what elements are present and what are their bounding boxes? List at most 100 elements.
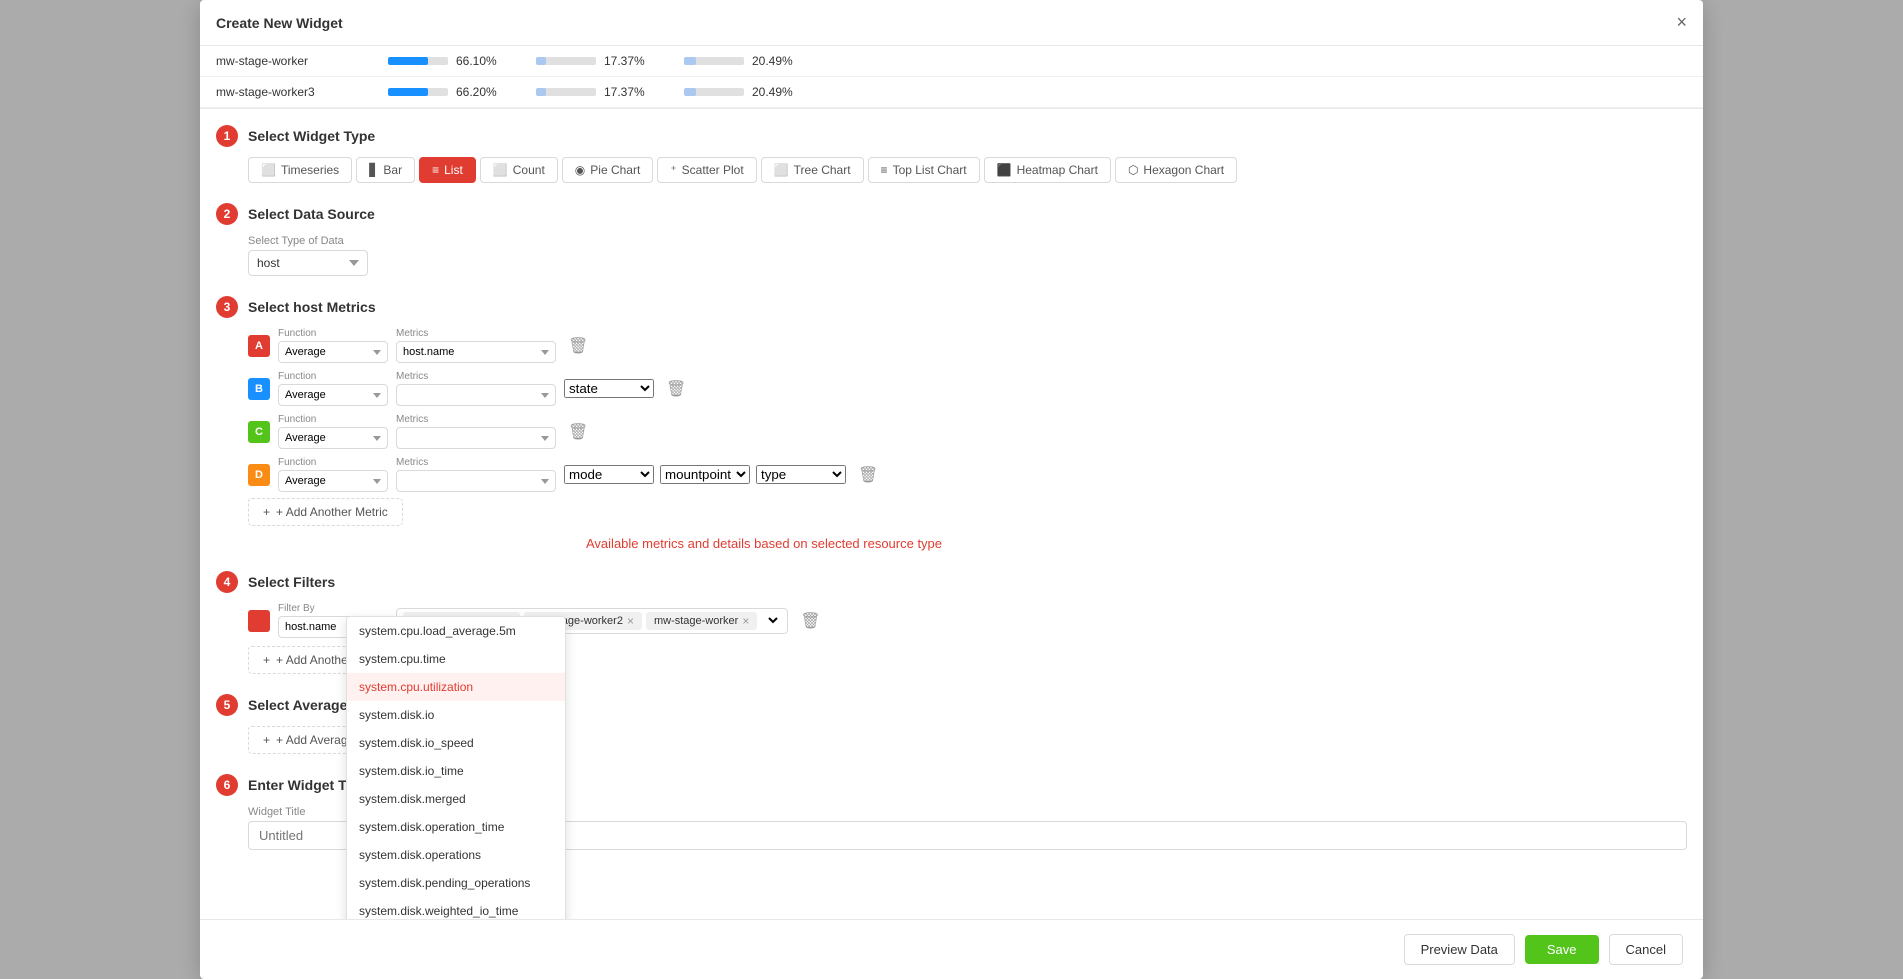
add-metric-button[interactable]: + + Add Another Metric	[248, 498, 403, 526]
metric-name-select-a[interactable]: host.name	[396, 341, 556, 363]
dropdown-item-0[interactable]: system.cpu.load_average.5m	[347, 617, 565, 645]
function-select-c[interactable]: Average Sum	[278, 427, 388, 449]
delete-metric-c[interactable]: 🗑	[564, 418, 592, 446]
dropdown-item-7[interactable]: system.disk.operation_time	[347, 813, 565, 841]
metric-name-select-d[interactable]	[396, 470, 556, 492]
metric-dropdown-list[interactable]: system.cpu.load_average.5m system.cpu.ti…	[346, 616, 566, 919]
timeseries-label: Timeseries	[281, 163, 339, 177]
metric-name-select-b[interactable]	[396, 384, 556, 406]
extra-select-b-state[interactable]: state	[564, 379, 654, 398]
filter-tag-worker2-remove[interactable]: ×	[627, 614, 634, 628]
extra-select-d-mode[interactable]: mode	[564, 465, 654, 484]
metric-group-2a: 66.20%	[388, 85, 504, 99]
type-pie[interactable]: ◉ Pie Chart	[562, 157, 654, 183]
progress-val-2c: 20.49%	[752, 85, 800, 99]
step-1-title: Select Widget Type	[248, 128, 375, 144]
add-metric-icon: +	[263, 505, 270, 519]
dropdown-item-10[interactable]: system.disk.weighted_io_time	[347, 897, 565, 919]
dropdown-item-6[interactable]: system.disk.merged	[347, 785, 565, 813]
heatmap-label: Heatmap Chart	[1017, 163, 1098, 177]
function-select-d[interactable]: Average Sum	[278, 470, 388, 492]
dropdown-item-9[interactable]: system.disk.pending_operations	[347, 869, 565, 897]
type-toplist[interactable]: ≡ Top List Chart	[868, 157, 980, 183]
progress-val-2b: 17.37%	[604, 85, 652, 99]
step-2-header: 2 Select Data Source	[216, 203, 1687, 225]
progress-fill-2b	[536, 88, 546, 96]
toplist-icon: ≡	[881, 163, 888, 177]
cancel-button[interactable]: Cancel	[1609, 934, 1683, 965]
data-source-select[interactable]: host service container	[248, 250, 368, 276]
count-icon: ⬜	[493, 163, 508, 177]
type-timeseries[interactable]: ⬜ Timeseries	[248, 157, 352, 183]
delete-metric-b[interactable]: 🗑	[662, 375, 690, 403]
step-3-circle: 3	[216, 296, 238, 318]
timeseries-icon: ⬜	[261, 163, 276, 177]
delete-metric-d[interactable]: 🗑	[854, 461, 882, 489]
function-select-b[interactable]: Average Sum	[278, 384, 388, 406]
dropdown-item-5[interactable]: system.disk.io_time	[347, 757, 565, 785]
metric-row-b: B Function Average Sum Metrics	[248, 371, 1687, 406]
type-hexagon[interactable]: ⬡ Hexagon Chart	[1115, 157, 1237, 183]
metrics-label-a: Metrics	[396, 328, 556, 339]
function-label-c: Function	[278, 414, 388, 425]
function-label-a: Function	[278, 328, 388, 339]
dropdown-item-4[interactable]: system.disk.io_speed	[347, 729, 565, 757]
metric-name-group-b: Metrics	[396, 371, 556, 406]
metric-function-group-a: Function Average Sum Min Max	[278, 328, 388, 363]
metric-extra-d: mode mountpoint type	[564, 465, 846, 484]
type-bar[interactable]: ▋ Bar	[356, 157, 415, 183]
extra-select-d-type[interactable]: type	[756, 465, 846, 484]
delete-filter-button[interactable]: 🗑	[796, 607, 824, 635]
heatmap-icon: ⬛	[997, 163, 1012, 177]
metric-badge-b: B	[248, 378, 270, 400]
step-4-header: 4 Select Filters	[216, 571, 1687, 593]
metric-name-select-c[interactable]	[396, 427, 556, 449]
progress-bar-1a	[388, 57, 448, 65]
progress-bar-2c	[684, 88, 744, 96]
progress-bar-2b	[536, 88, 596, 96]
step-1-header: 1 Select Widget Type	[216, 125, 1687, 147]
bar-label: Bar	[383, 163, 402, 177]
type-scatter[interactable]: ⁺ Scatter Plot	[657, 157, 756, 183]
filter-tag-dropdown[interactable]	[761, 612, 781, 629]
type-count[interactable]: ⬜ Count	[480, 157, 558, 183]
progress-fill-1b	[536, 57, 546, 65]
type-list[interactable]: ≡ List	[419, 157, 476, 183]
data-source-label: Select Type of Data	[248, 235, 1687, 247]
bar-icon: ▋	[369, 163, 378, 177]
metrics-label-d: Metrics	[396, 457, 556, 468]
save-button[interactable]: Save	[1525, 935, 1599, 964]
dropdown-item-1[interactable]: system.cpu.time	[347, 645, 565, 673]
step-2-title: Select Data Source	[248, 206, 375, 222]
extra-select-d-mountpoint[interactable]: mountpoint	[660, 465, 750, 484]
modal-body: 1 Select Widget Type ⬜ Timeseries ▋ Bar …	[200, 109, 1703, 919]
metrics-label-b: Metrics	[396, 371, 556, 382]
metric-group-2b: 17.37%	[536, 85, 652, 99]
dropdown-item-2[interactable]: system.cpu.utilization	[347, 673, 565, 701]
worker-name-1: mw-stage-worker	[216, 54, 356, 68]
type-heatmap[interactable]: ⬛ Heatmap Chart	[984, 157, 1111, 183]
type-tree[interactable]: ⬜ Tree Chart	[761, 157, 864, 183]
close-button[interactable]: ×	[1676, 12, 1687, 33]
dropdown-item-8[interactable]: system.disk.operations	[347, 841, 565, 869]
step-5-circle: 5	[216, 694, 238, 716]
preview-data-button[interactable]: Preview Data	[1404, 934, 1515, 965]
metric-rows: A Function Average Sum Min Max	[248, 328, 1687, 492]
add-filter-icon: +	[263, 653, 270, 667]
filter-tag-worker-remove[interactable]: ×	[742, 614, 749, 628]
modal-header: Create New Widget ×	[200, 0, 1703, 46]
metrics-label-c: Metrics	[396, 414, 556, 425]
worker-row-2: mw-stage-worker3 66.20% 17.37%	[200, 77, 1703, 108]
delete-metric-a[interactable]: 🗑	[564, 332, 592, 360]
progress-fill-2a	[388, 88, 428, 96]
hexagon-label: Hexagon Chart	[1143, 163, 1224, 177]
step-2-block: 2 Select Data Source Select Type of Data…	[216, 203, 1687, 276]
function-select-a[interactable]: Average Sum Min Max	[278, 341, 388, 363]
widget-type-selector: ⬜ Timeseries ▋ Bar ≡ List ⬜ Count	[248, 157, 1687, 183]
dropdown-item-3[interactable]: system.disk.io	[347, 701, 565, 729]
metric-group-1c: 20.49%	[684, 54, 800, 68]
step-1-block: 1 Select Widget Type ⬜ Timeseries ▋ Bar …	[216, 125, 1687, 183]
modal-title: Create New Widget	[216, 15, 343, 31]
metric-badge-d: D	[248, 464, 270, 486]
worker-row-1: mw-stage-worker 66.10% 17.37%	[200, 46, 1703, 77]
